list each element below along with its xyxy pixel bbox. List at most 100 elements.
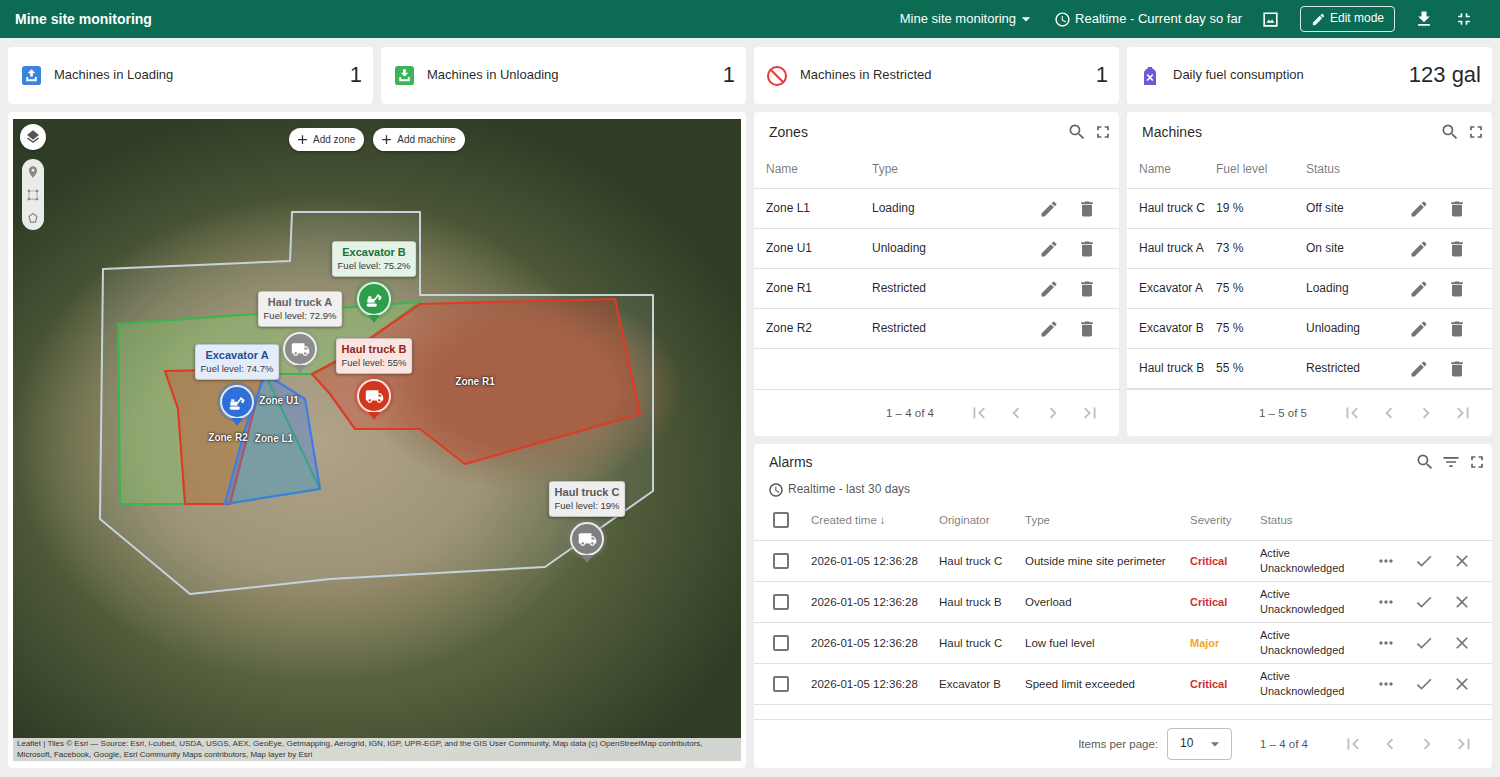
alarm-row[interactable]: 2026-01-05 12:36:28Haul truck COutside m… bbox=[754, 541, 1492, 582]
chevron-right-icon[interactable] bbox=[1034, 395, 1071, 432]
column-header[interactable]: Name bbox=[1139, 162, 1216, 178]
download-icon[interactable] bbox=[1413, 8, 1435, 30]
more-icon[interactable] bbox=[1367, 541, 1405, 581]
more-icon[interactable] bbox=[1367, 623, 1405, 663]
pencil-icon[interactable] bbox=[1400, 349, 1438, 388]
row-checkbox[interactable] bbox=[773, 676, 789, 692]
edit-mode-button[interactable]: Edit mode bbox=[1300, 6, 1395, 32]
exit-fullscreen-icon[interactable] bbox=[1453, 8, 1475, 30]
table-row[interactable]: Zone L1Loading bbox=[754, 189, 1119, 229]
marker-pin[interactable] bbox=[357, 282, 391, 316]
timewindow[interactable]: Realtime - Current day so far bbox=[1054, 11, 1242, 28]
fullscreen-icon[interactable] bbox=[1464, 449, 1490, 475]
trash-icon[interactable] bbox=[1068, 309, 1106, 348]
alarm-row[interactable]: 2026-01-05 12:36:28Haul truck CLow fuel … bbox=[754, 623, 1492, 664]
table-row[interactable]: Zone U1Unloading bbox=[754, 229, 1119, 269]
chevron-left-icon[interactable] bbox=[1371, 726, 1408, 763]
check-icon[interactable] bbox=[1405, 541, 1443, 581]
table-row[interactable]: Zone R1Restricted bbox=[754, 269, 1119, 309]
satellite-map[interactable]: Zone R1Zone U1Zone R2Zone L1Excavator BF… bbox=[13, 119, 741, 761]
row-checkbox[interactable] bbox=[773, 553, 789, 569]
zone-polygon[interactable] bbox=[118, 302, 420, 504]
alarm-row[interactable]: 2026-01-05 12:36:28Excavator BSpeed limi… bbox=[754, 664, 1492, 705]
check-icon[interactable] bbox=[1405, 664, 1443, 704]
add-zone-button[interactable]: Add zone bbox=[289, 128, 364, 151]
last-page-icon[interactable] bbox=[1445, 726, 1482, 763]
select-all-checkbox[interactable] bbox=[773, 512, 789, 528]
close-icon[interactable] bbox=[1443, 582, 1481, 622]
column-header[interactable]: Status bbox=[1306, 162, 1400, 178]
search-icon[interactable] bbox=[1064, 119, 1090, 145]
alarm-row[interactable]: 2026-01-05 12:36:28Haul truck BOverloadC… bbox=[754, 582, 1492, 623]
sort-indicator[interactable]: ↓ bbox=[880, 514, 886, 526]
pencil-icon[interactable] bbox=[1400, 309, 1438, 348]
marker-pin[interactable] bbox=[220, 385, 254, 419]
items-per-page-select[interactable]: 10 bbox=[1167, 728, 1232, 760]
table-row[interactable]: Haul truck B55 %Restricted bbox=[1127, 349, 1492, 389]
marker-pin[interactable] bbox=[357, 379, 391, 413]
row-checkbox[interactable] bbox=[773, 594, 789, 610]
column-header[interactable]: Type bbox=[1025, 513, 1190, 528]
table-row[interactable]: Haul truck C19 %Off site bbox=[1127, 189, 1492, 229]
chevron-left-icon[interactable] bbox=[1370, 395, 1407, 432]
marker-tool-icon[interactable] bbox=[22, 162, 44, 181]
pencil-icon[interactable] bbox=[1030, 269, 1068, 308]
polygon-tool-icon[interactable] bbox=[22, 208, 44, 227]
column-header[interactable]: Severity bbox=[1190, 513, 1260, 528]
filter-icon[interactable] bbox=[1438, 449, 1464, 475]
pencil-icon[interactable] bbox=[1400, 189, 1438, 228]
trash-icon[interactable] bbox=[1068, 269, 1106, 308]
table-row[interactable]: Excavator B75 %Unloading bbox=[1127, 309, 1492, 349]
column-header[interactable]: Name bbox=[766, 162, 872, 178]
alarm-timewindow[interactable]: Realtime - last 30 days bbox=[754, 480, 1492, 500]
more-icon[interactable] bbox=[1367, 664, 1405, 704]
table-row[interactable]: Excavator A75 %Loading bbox=[1127, 269, 1492, 309]
fullscreen-icon[interactable] bbox=[1090, 119, 1116, 145]
pencil-icon[interactable] bbox=[1030, 189, 1068, 228]
pencil-icon[interactable] bbox=[1030, 229, 1068, 268]
trash-icon[interactable] bbox=[1068, 229, 1106, 268]
first-page-icon[interactable] bbox=[1334, 726, 1371, 763]
pencil-icon[interactable] bbox=[1400, 229, 1438, 268]
search-icon[interactable] bbox=[1412, 449, 1438, 475]
close-icon[interactable] bbox=[1443, 664, 1481, 704]
column-header[interactable]: Status bbox=[1260, 513, 1367, 528]
zone-polygon[interactable] bbox=[312, 299, 640, 464]
layers-icon[interactable] bbox=[20, 124, 46, 150]
table-row[interactable]: Haul truck A73 %On site bbox=[1127, 229, 1492, 269]
state-selector[interactable]: Mine site monitoring bbox=[900, 9, 1036, 29]
check-icon[interactable] bbox=[1405, 623, 1443, 663]
marker-pin[interactable] bbox=[283, 332, 317, 366]
chevron-right-icon[interactable] bbox=[1408, 726, 1445, 763]
marker-pin[interactable] bbox=[570, 522, 604, 556]
trash-icon[interactable] bbox=[1438, 189, 1476, 228]
last-page-icon[interactable] bbox=[1444, 395, 1481, 432]
trash-icon[interactable] bbox=[1438, 229, 1476, 268]
search-icon[interactable] bbox=[1437, 119, 1463, 145]
row-checkbox[interactable] bbox=[773, 635, 789, 651]
chevron-right-icon[interactable] bbox=[1407, 395, 1444, 432]
close-icon[interactable] bbox=[1443, 541, 1481, 581]
pencil-icon[interactable] bbox=[1030, 309, 1068, 348]
layout-icon[interactable] bbox=[1260, 8, 1282, 30]
more-icon[interactable] bbox=[1367, 582, 1405, 622]
trash-icon[interactable] bbox=[1438, 349, 1476, 388]
column-header[interactable]: Fuel level bbox=[1216, 162, 1306, 178]
first-page-icon[interactable] bbox=[1333, 395, 1370, 432]
column-header[interactable]: Type bbox=[872, 162, 1030, 178]
chevron-left-icon[interactable] bbox=[997, 395, 1034, 432]
check-icon[interactable] bbox=[1405, 582, 1443, 622]
rectangle-tool-icon[interactable] bbox=[22, 185, 44, 204]
trash-icon[interactable] bbox=[1438, 309, 1476, 348]
column-header[interactable]: Originator bbox=[939, 513, 1025, 528]
table-row[interactable]: Zone R2Restricted bbox=[754, 309, 1119, 349]
first-page-icon[interactable] bbox=[960, 395, 997, 432]
add-machine-button[interactable]: Add machine bbox=[373, 128, 464, 151]
column-header[interactable]: Created time↓ bbox=[811, 513, 939, 528]
trash-icon[interactable] bbox=[1438, 269, 1476, 308]
trash-icon[interactable] bbox=[1068, 189, 1106, 228]
last-page-icon[interactable] bbox=[1071, 395, 1108, 432]
fullscreen-icon[interactable] bbox=[1463, 119, 1489, 145]
close-icon[interactable] bbox=[1443, 623, 1481, 663]
pencil-icon[interactable] bbox=[1400, 269, 1438, 308]
